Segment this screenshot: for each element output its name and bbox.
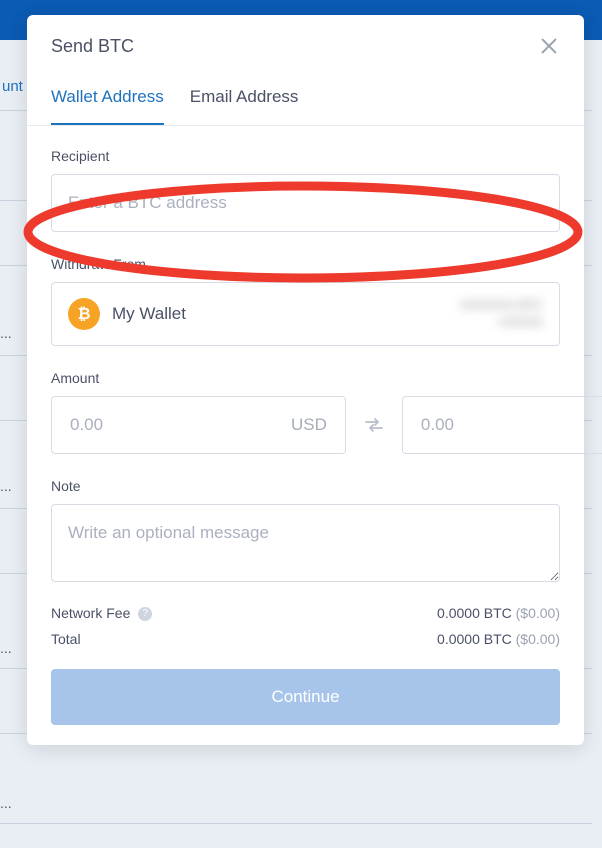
wallet-balance-redacted: XXXXXXX BTC+XXXXX [460, 297, 543, 331]
withdraw-from-selector[interactable]: ₿ My Wallet XXXXXXX BTC+XXXXX [51, 282, 560, 346]
recipient-label: Recipient [51, 148, 560, 164]
tab-wallet-address[interactable]: Wallet Address [51, 75, 164, 125]
amount-btc-box: BTC [402, 396, 602, 454]
close-icon[interactable] [538, 35, 560, 57]
usd-currency-label: USD [291, 415, 327, 435]
network-fee-btc: 0.0000 BTC [437, 605, 512, 621]
total-label: Total [51, 631, 81, 647]
swap-icon[interactable] [362, 413, 386, 437]
svg-text:₿: ₿ [77, 305, 90, 323]
background-ellipsis: ... [0, 640, 12, 656]
amount-usd-input[interactable] [70, 415, 291, 435]
tab-email-address[interactable]: Email Address [190, 75, 299, 125]
note-label: Note [51, 478, 560, 494]
total-row: Total 0.0000 BTC ($0.00) [51, 631, 560, 647]
total-btc: 0.0000 BTC [437, 631, 512, 647]
network-fee-row: Network Fee ? 0.0000 BTC ($0.00) [51, 605, 560, 621]
network-fee-label: Network Fee [51, 605, 130, 621]
amount-label: Amount [51, 370, 560, 386]
tab-bar: Wallet Address Email Address [27, 75, 584, 126]
modal-body: Recipient Withdraw From ₿ My Wallet XXXX… [27, 126, 584, 745]
recipient-input[interactable] [51, 174, 560, 232]
background-ellipsis: ... [0, 795, 12, 811]
amount-row: USD BTC [51, 396, 560, 454]
network-fee-usd: ($0.00) [516, 605, 560, 621]
modal-header: Send BTC [27, 15, 584, 75]
note-input[interactable] [51, 504, 560, 582]
amount-usd-box: USD [51, 396, 346, 454]
send-btc-modal: Send BTC Wallet Address Email Address Re… [27, 15, 584, 745]
help-icon[interactable]: ? [138, 607, 152, 621]
amount-btc-input[interactable] [421, 415, 602, 435]
continue-button[interactable]: Continue [51, 669, 560, 725]
background-ellipsis: ... [0, 478, 12, 494]
wallet-name: My Wallet [112, 304, 186, 324]
background-ellipsis: ... [0, 325, 12, 341]
modal-title: Send BTC [51, 36, 134, 57]
total-usd: ($0.00) [516, 631, 560, 647]
bitcoin-icon: ₿ [68, 298, 100, 330]
withdraw-from-label: Withdraw From [51, 256, 560, 272]
background-partial-text: unt [0, 78, 23, 95]
background-divider [0, 823, 592, 824]
